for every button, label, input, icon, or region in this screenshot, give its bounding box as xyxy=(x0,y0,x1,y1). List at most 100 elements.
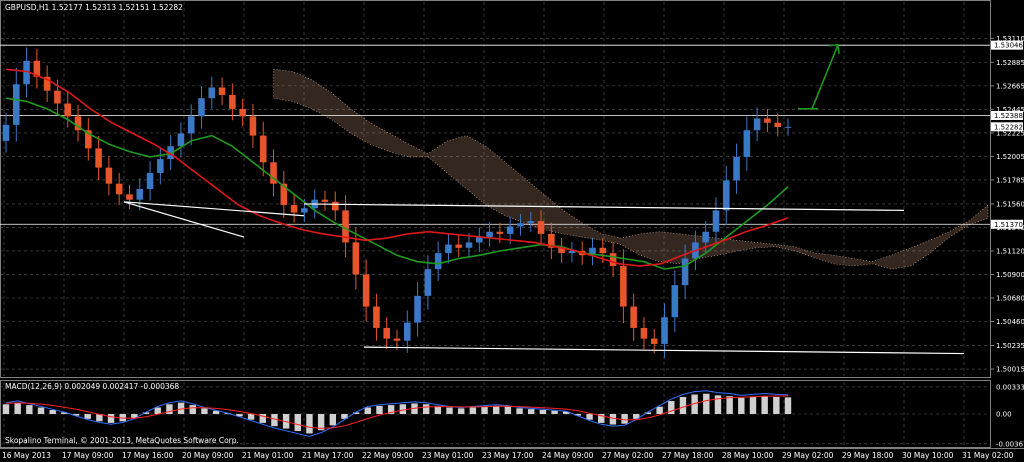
bear-candle xyxy=(54,90,61,104)
y-tick-label: 1.50460 xyxy=(996,318,1024,326)
macd-histogram-bar xyxy=(621,414,628,424)
macd-histogram-bar xyxy=(154,407,161,414)
macd-histogram-bar xyxy=(609,414,617,425)
macd-histogram-bar xyxy=(26,405,33,414)
bear-candle xyxy=(331,201,339,211)
bull-candle xyxy=(208,87,216,99)
bull-candle xyxy=(414,295,421,323)
bear-candle xyxy=(64,103,72,117)
trading-chart[interactable]: 1.531101.528851.526651.524451.522251.520… xyxy=(0,0,1024,462)
bull-candle xyxy=(517,223,524,227)
bear-candle xyxy=(650,338,658,344)
y-tick-label: 1.51120 xyxy=(996,247,1024,255)
bear-candle xyxy=(599,247,607,254)
macd-histogram-bar xyxy=(726,396,733,414)
bull-candle xyxy=(753,118,761,131)
bull-candle xyxy=(146,172,154,189)
macd-histogram-bar xyxy=(49,409,56,414)
bear-candle xyxy=(290,205,298,213)
macd-histogram-bar xyxy=(749,396,757,414)
macd-histogram-bar xyxy=(481,406,488,414)
bull-candle xyxy=(671,285,679,318)
macd-histogram-bar xyxy=(294,414,302,432)
macd-histogram-bar xyxy=(738,397,745,414)
bear-candle xyxy=(239,108,246,117)
y-tick-label: 1.52005 xyxy=(996,153,1024,161)
macd-histogram-bar xyxy=(201,408,208,414)
macd-histogram-bar xyxy=(703,393,710,414)
y-tick-label: 1.50235 xyxy=(996,342,1024,350)
y-tick-label: 1.50015 xyxy=(996,366,1024,374)
bear-candle xyxy=(218,87,226,95)
macd-histogram-bar xyxy=(492,405,500,414)
y-tick-label: 1.50680 xyxy=(996,294,1024,302)
bull-candle xyxy=(301,208,308,213)
bull-candle xyxy=(187,116,195,134)
bull-candle xyxy=(743,130,751,157)
macd-histogram-bar xyxy=(364,407,372,414)
bear-candle xyxy=(393,338,401,341)
x-tick-label: 21 May 17:00 xyxy=(302,451,354,460)
bear-candle xyxy=(321,199,329,202)
macd-histogram-bar xyxy=(14,402,21,414)
bear-candle xyxy=(640,327,648,339)
bull-candle xyxy=(434,253,442,270)
macd-histogram-bar xyxy=(656,406,663,414)
macd-histogram-bar xyxy=(422,404,430,414)
bull-candle xyxy=(733,156,740,181)
x-tick-label: 30 May 10:00 xyxy=(902,451,954,460)
y-tick-label: 1.52885 xyxy=(996,59,1024,67)
x-tick-label: 22 May 09:00 xyxy=(362,451,414,460)
bull-candle xyxy=(722,180,730,211)
macd-histogram-bar xyxy=(586,414,593,420)
macd-histogram-bar xyxy=(784,397,792,414)
price-tag-label: 1.53046 xyxy=(994,42,1023,50)
bull-candle xyxy=(702,231,709,243)
x-tick-label: 24 May 09:00 xyxy=(542,451,594,460)
time-axis: 16 May 2013 17 May 09:00 17 May 16:00 20 Ma… xyxy=(2,451,1014,460)
macd-histogram-bar xyxy=(539,409,547,414)
x-tick-label: 27 May 02:00 xyxy=(602,451,654,460)
bull-candle xyxy=(527,221,535,224)
macd-histogram-bar xyxy=(551,410,558,414)
x-tick-label: 27 May 18:00 xyxy=(662,451,714,460)
bull-candle xyxy=(661,317,668,344)
bull-candle xyxy=(198,98,205,117)
x-tick-label: 16 May 2013 xyxy=(2,451,51,460)
macd-histogram-bar xyxy=(271,414,278,427)
macd-histogram-bar xyxy=(37,407,45,414)
bear-candle xyxy=(620,265,627,307)
macd-tick-label: 0.00 xyxy=(996,411,1012,419)
macd-histogram-bar xyxy=(469,407,477,414)
bull-candle xyxy=(465,242,473,248)
macd-histogram-bar xyxy=(679,396,687,414)
bear-candle xyxy=(95,148,102,168)
bear-candle xyxy=(259,135,267,163)
bear-candle xyxy=(630,306,637,328)
macd-tick-label: -0.003675 xyxy=(996,440,1024,448)
bull-candle xyxy=(486,231,493,238)
copyright-text: Skopalino Terminal, © 2001-2013, MetaQuo… xyxy=(5,436,239,445)
bull-candle xyxy=(712,210,720,232)
bull-candle xyxy=(177,133,185,147)
bear-candle xyxy=(352,242,360,275)
y-tick-label: 1.50900 xyxy=(996,271,1024,279)
macd-histogram-bar xyxy=(434,405,442,414)
bear-candle xyxy=(105,167,113,184)
bear-candle xyxy=(496,231,504,234)
bear-candle xyxy=(764,118,771,123)
y-tick-label: 1.51560 xyxy=(996,200,1024,208)
macd-histogram-bar xyxy=(2,404,10,414)
x-tick-label: 17 May 09:00 xyxy=(62,451,114,460)
macd-histogram-bar xyxy=(166,404,173,414)
x-tick-label: 29 May 02:00 xyxy=(782,451,834,460)
symbol-header: GBPUSD,H1 1.52177 1.52313 1.52151 1.5228… xyxy=(5,3,183,12)
bear-candle xyxy=(383,327,391,339)
macd-histogram-bar xyxy=(457,408,465,414)
x-tick-label: 17 May 16:00 xyxy=(122,451,174,460)
bull-candle xyxy=(12,84,20,125)
x-tick-label: 23 May 01:00 xyxy=(422,451,474,460)
y-tick-label: 1.52665 xyxy=(996,82,1024,90)
price-axis: 1.531101.528851.526651.524451.522251.520… xyxy=(990,35,1024,374)
bear-candle xyxy=(537,221,545,234)
